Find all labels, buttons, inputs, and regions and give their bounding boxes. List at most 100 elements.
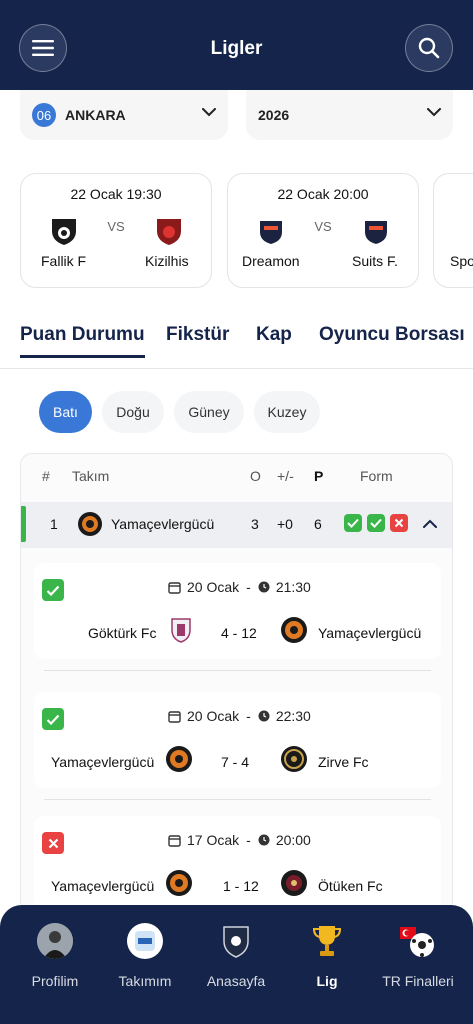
nav-item-league[interactable]: Lig xyxy=(282,923,372,989)
fixture-home-team: Spo xyxy=(450,253,473,269)
match-datetime: 20 Ocak - 21:30 xyxy=(168,579,311,595)
match-date: 17 Ocak xyxy=(187,832,240,848)
nav-label: Takımım xyxy=(118,973,172,989)
tab-kap[interactable]: Kap xyxy=(256,324,292,346)
fixture-card[interactable]: Spo xyxy=(433,173,473,288)
tabs-divider xyxy=(0,368,473,369)
col-diff: +/- xyxy=(277,468,294,484)
calendar-icon xyxy=(168,710,181,723)
fixture-home-team: Fallik F xyxy=(41,253,87,269)
datetime-separator: - xyxy=(246,832,251,848)
match-score: 7 - 4 xyxy=(221,754,250,770)
year-select-value: 2026 xyxy=(258,107,290,123)
region-pill-east[interactable]: Doğu xyxy=(102,391,164,433)
divider xyxy=(44,799,431,800)
team-logo-icon xyxy=(166,746,192,772)
form-loss-icon xyxy=(390,514,408,532)
tab-fixtures[interactable]: Fikstür xyxy=(166,324,229,346)
datetime-separator: - xyxy=(246,579,251,595)
table-header: # Takım O +/- P Form xyxy=(21,454,452,499)
datetime-separator: - xyxy=(246,708,251,724)
col-rank: # xyxy=(42,468,50,484)
year-select[interactable]: 2026 xyxy=(246,90,453,140)
row-team: Yamaçevlergücü xyxy=(111,516,215,532)
match-away-team: Yamaçevlergücü xyxy=(318,625,422,641)
clock-icon xyxy=(258,581,270,593)
row-played: 3 xyxy=(251,516,259,532)
match-card[interactable]: 17 Ocak - 20:00 Yamaçevlergücü 1 - 12 Öt… xyxy=(34,816,441,912)
col-form: Form xyxy=(360,468,393,484)
team-logo-icon xyxy=(78,512,102,536)
search-icon xyxy=(418,37,440,59)
nav-item-home[interactable]: Anasayfa xyxy=(191,923,281,989)
row-points: 6 xyxy=(314,516,322,532)
qualification-indicator xyxy=(21,506,26,542)
fixture-time: 22 Ocak 19:30 xyxy=(70,186,162,202)
app-header: Ligler xyxy=(0,0,473,90)
match-card[interactable]: 20 Ocak - 21:30 Göktürk Fc 4 - 12 Yamaçe… xyxy=(34,563,441,659)
team-logo-icon xyxy=(166,870,192,896)
win-check-icon xyxy=(42,579,64,601)
match-datetime: 17 Ocak - 20:00 xyxy=(168,832,311,848)
fixture-away-team: Kizilhis xyxy=(145,253,189,269)
match-card[interactable]: 20 Ocak - 22:30 Yamaçevlergücü 7 - 4 Zir… xyxy=(34,692,441,788)
chevron-up-icon[interactable] xyxy=(423,519,437,528)
search-button[interactable] xyxy=(405,24,453,72)
match-home-team: Yamaçevlergücü xyxy=(51,754,155,770)
city-code-badge: 06 xyxy=(32,103,56,127)
tab-player-market[interactable]: Oyuncu Borsası xyxy=(319,324,465,346)
calendar-icon xyxy=(168,581,181,594)
match-time: 20:00 xyxy=(275,832,311,848)
team-badge-icon xyxy=(127,923,163,959)
table-row[interactable]: 1 Yamaçevlergücü 3 +0 6 xyxy=(21,502,452,548)
trophy-icon xyxy=(309,923,345,959)
profile-photo-icon xyxy=(37,923,73,959)
nav-item-profile[interactable]: Profilim xyxy=(10,923,100,989)
match-home-team: Yamaçevlergücü xyxy=(51,878,155,894)
region-pill-south[interactable]: Güney xyxy=(174,391,244,433)
divider xyxy=(44,670,431,671)
nav-label: Lig xyxy=(316,973,338,989)
match-time: 21:30 xyxy=(275,579,311,595)
city-select[interactable]: 06 ANKARA xyxy=(20,90,228,140)
team-logo-icon xyxy=(281,746,307,772)
team-logo-icon xyxy=(365,221,387,244)
chevron-down-icon xyxy=(427,108,441,117)
clock-icon xyxy=(258,834,270,846)
match-time: 22:30 xyxy=(275,708,311,724)
loss-x-icon xyxy=(42,832,64,854)
tab-standings[interactable]: Puan Durumu xyxy=(20,324,145,358)
fixture-time: 22 Ocak 20:00 xyxy=(277,186,369,202)
col-played: O xyxy=(250,468,261,484)
page-title: Ligler xyxy=(210,38,263,59)
match-away-team: Ötüken Fc xyxy=(318,878,383,894)
league-shield-icon xyxy=(218,923,254,959)
team-logo-icon xyxy=(171,618,191,643)
region-pill-north[interactable]: Kuzey xyxy=(254,391,320,433)
turkey-ball-icon xyxy=(400,923,436,959)
col-team: Takım xyxy=(72,468,110,484)
clock-icon xyxy=(258,710,270,722)
form-win-icon xyxy=(367,514,385,532)
match-away-team: Zirve Fc xyxy=(318,754,369,770)
team-logo-icon xyxy=(281,617,307,643)
match-date: 20 Ocak xyxy=(187,708,240,724)
team-logo-icon xyxy=(468,216,473,246)
col-points: P xyxy=(314,468,324,484)
match-score: 4 - 12 xyxy=(221,625,257,641)
fixture-card[interactable]: 22 Ocak 20:00 VS Dreamon Suits F. xyxy=(227,173,419,288)
fixture-away-team: Suits F. xyxy=(352,253,398,269)
match-date: 20 Ocak xyxy=(187,579,240,595)
fixture-card[interactable]: 22 Ocak 19:30 VS Fallik F Kizilhis xyxy=(20,173,212,288)
nav-label: TR Finalleri xyxy=(382,973,454,989)
team-logo-icon xyxy=(157,219,181,245)
calendar-icon xyxy=(168,834,181,847)
win-check-icon xyxy=(42,708,64,730)
nav-item-my-team[interactable]: Takımım xyxy=(100,923,190,989)
fixture-home-team: Dreamon xyxy=(242,253,300,269)
row-diff: +0 xyxy=(277,516,293,532)
region-pill-west[interactable]: Batı xyxy=(39,391,92,433)
standings-table: # Takım O +/- P Form 1 Yamaçevlergücü 3 … xyxy=(20,453,453,913)
nav-item-tr-finals[interactable]: TR Finalleri xyxy=(373,923,463,989)
nav-label: Anasayfa xyxy=(206,973,266,989)
